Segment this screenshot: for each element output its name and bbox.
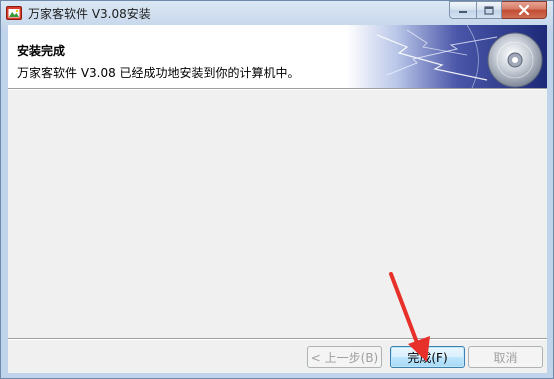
close-button[interactable]	[502, 1, 547, 19]
page-subtitle: 万家客软件 V3.08 已经成功地安装到你的计算机中。	[17, 66, 300, 80]
page-title: 安装完成	[17, 44, 66, 58]
cd-disc-lightning-banner	[347, 25, 547, 88]
maximize-icon	[484, 5, 494, 15]
window-controls	[449, 1, 547, 19]
close-icon	[518, 5, 530, 15]
wizard-content: 安装完成 万家客软件 V3.08 已经成功地安装到你的计算机中。 < 上一步(B…	[8, 25, 547, 373]
wizard-body	[8, 90, 547, 337]
footer-divider	[8, 338, 547, 340]
installer-app-icon	[6, 6, 22, 20]
window-title: 万家客软件 V3.08安装	[28, 7, 151, 21]
installer-window: 万家客软件 V3.08安装 安装完成 万家客软件 V3.08 已经成功地安装到你…	[0, 0, 554, 379]
cancel-button[interactable]: 取消	[468, 346, 543, 368]
minimize-icon	[459, 11, 467, 13]
title-bar[interactable]: 万家客软件 V3.08安装	[1, 1, 553, 25]
maximize-button[interactable]	[476, 1, 502, 19]
red-arrow-annotation	[389, 272, 430, 362]
minimize-button[interactable]	[449, 1, 476, 19]
back-button[interactable]: < 上一步(B)	[307, 346, 382, 368]
wizard-header: 安装完成 万家客软件 V3.08 已经成功地安装到你的计算机中。	[8, 25, 547, 88]
